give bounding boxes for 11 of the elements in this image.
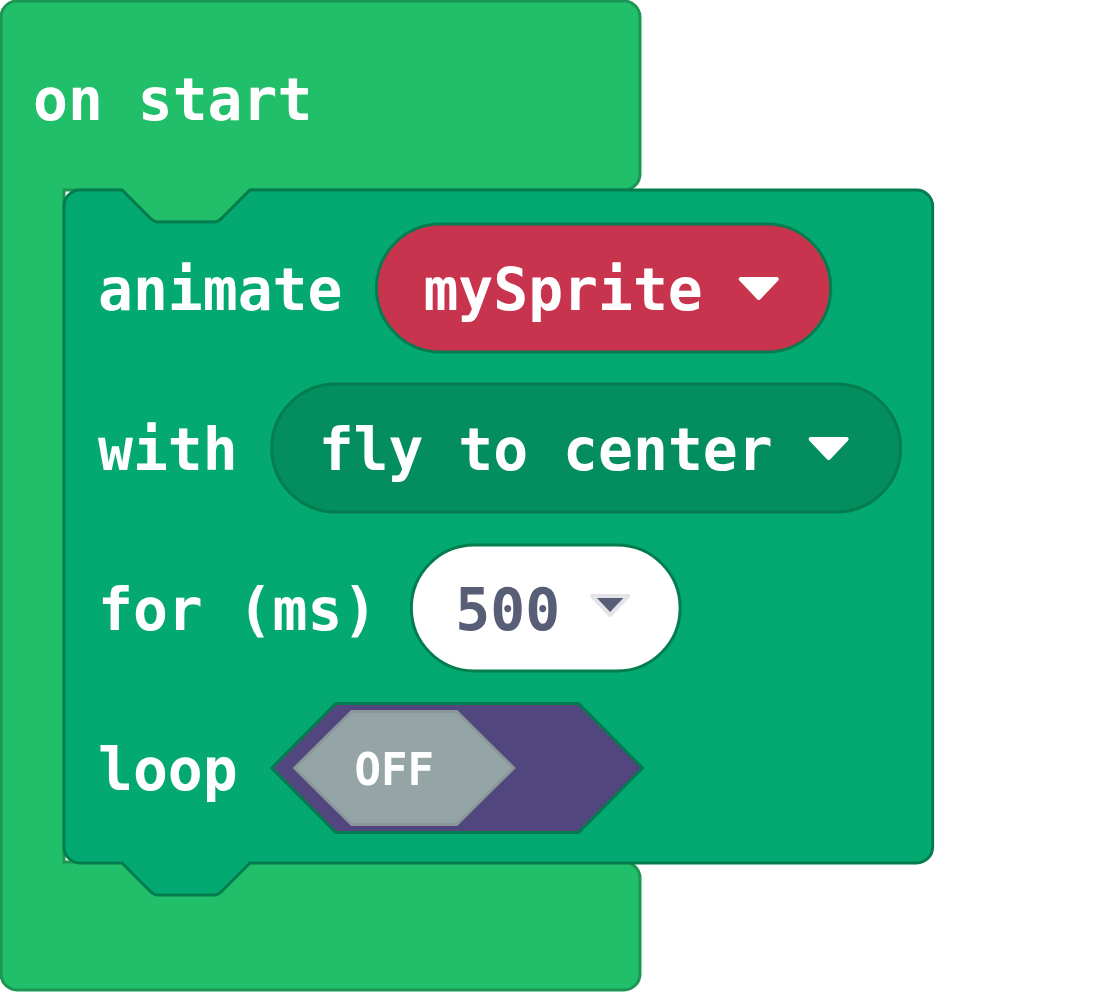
block-label: animate <box>98 256 343 324</box>
caret-icon <box>738 277 779 300</box>
number-field[interactable]: 500 <box>409 543 682 673</box>
dropdown-field[interactable]: fly to center <box>270 382 903 514</box>
dropdown-field[interactable]: mySprite <box>374 222 833 354</box>
caret-icon <box>808 437 849 460</box>
block-label: loop <box>98 736 238 804</box>
caret-icon <box>590 594 631 617</box>
block-label: on start <box>33 66 313 134</box>
block-label: for (ms) <box>98 576 378 644</box>
block-label: with <box>98 416 238 484</box>
